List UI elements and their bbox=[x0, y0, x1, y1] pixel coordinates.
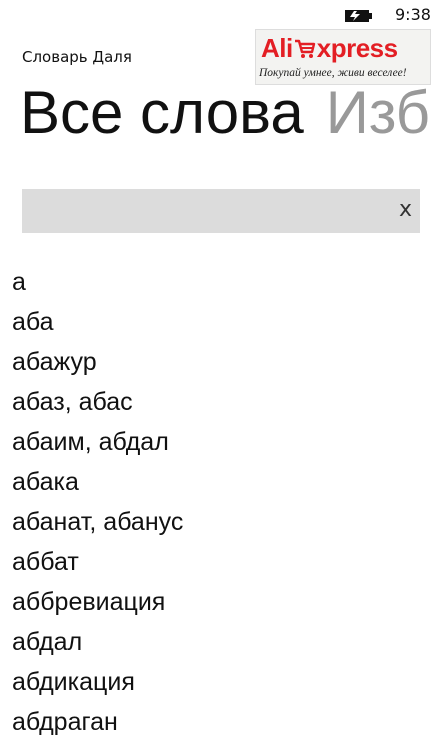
list-item[interactable]: абдал bbox=[12, 624, 183, 664]
tab-favorites[interactable]: Изб bbox=[326, 79, 430, 146]
list-item[interactable]: абанат, абанус bbox=[12, 504, 183, 544]
list-item[interactable]: абдраган bbox=[12, 704, 183, 744]
clock: 9:38 bbox=[395, 5, 431, 24]
ad-brand-part2: xpress bbox=[316, 32, 398, 63]
list-item[interactable]: аба bbox=[12, 304, 183, 344]
list-item[interactable]: абака bbox=[12, 464, 183, 504]
list-item[interactable]: а bbox=[12, 264, 183, 304]
search-input[interactable] bbox=[22, 189, 382, 233]
ad-brand-part1: Ali bbox=[261, 32, 293, 63]
clear-search-button[interactable]: x bbox=[399, 197, 412, 223]
ad-banner[interactable]: Ali xpress Покупай умнее, живи веселее! bbox=[255, 29, 431, 85]
list-item[interactable]: абажур bbox=[12, 344, 183, 384]
battery-charging-icon bbox=[345, 10, 372, 22]
list-item[interactable]: абаим, абдал bbox=[12, 424, 183, 464]
list-item[interactable]: аббревиация bbox=[12, 584, 183, 624]
search-box: x bbox=[22, 189, 420, 233]
pivot-header: Все слова Изб bbox=[20, 78, 430, 147]
aliexpress-logo: Ali xpress bbox=[261, 31, 398, 65]
list-item[interactable]: абаз, абас bbox=[12, 384, 183, 424]
list-item[interactable]: абдикация bbox=[12, 664, 183, 704]
app-title: Словарь Даля bbox=[22, 48, 132, 66]
shopping-cart-icon bbox=[294, 39, 315, 58]
tab-all-words[interactable]: Все слова bbox=[20, 79, 304, 146]
status-bar: 9:38 bbox=[0, 0, 443, 32]
word-list: а аба абажур абаз, абас абаим, абдал аба… bbox=[12, 264, 183, 744]
list-item[interactable]: аббат bbox=[12, 544, 183, 584]
